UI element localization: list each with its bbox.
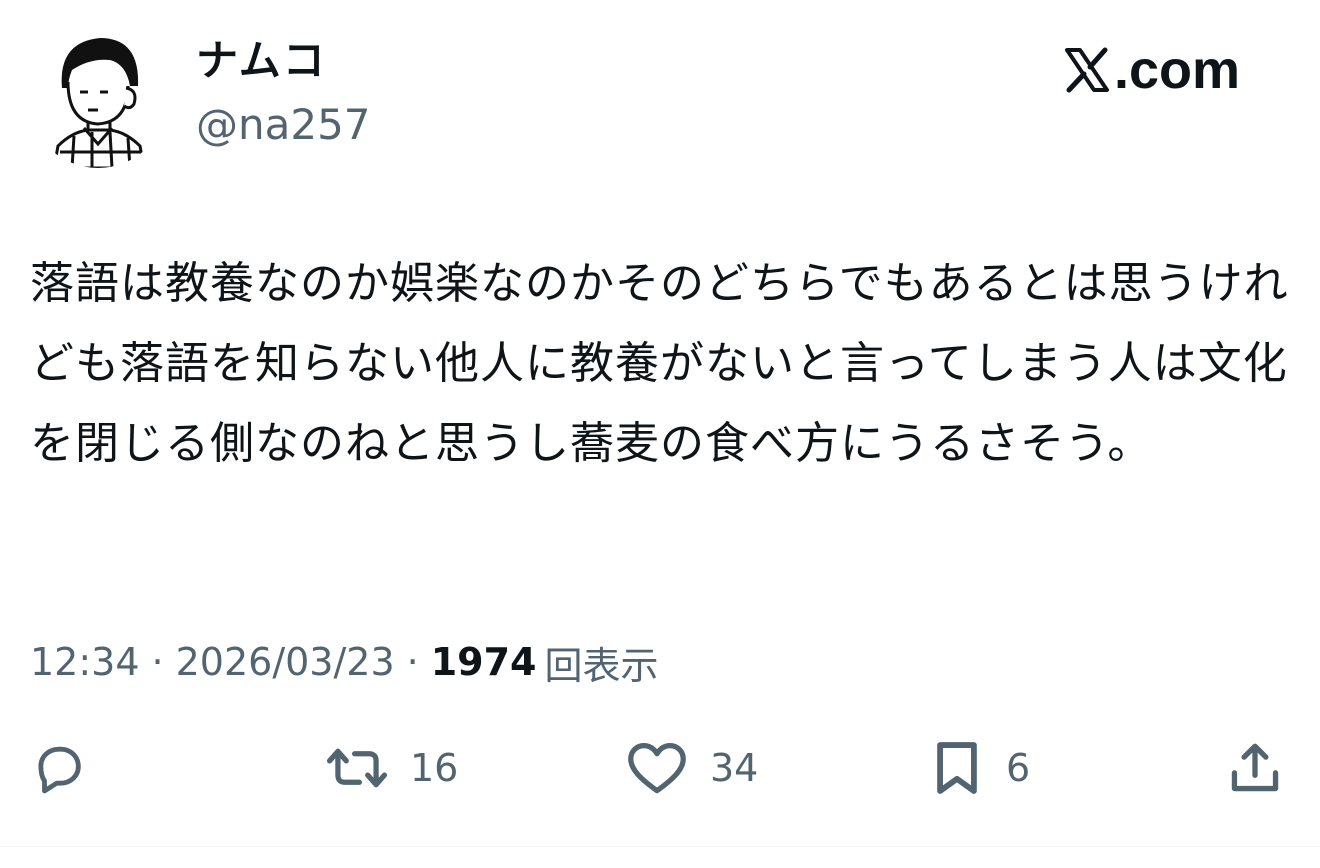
- bookmark-count: 6: [1006, 746, 1031, 790]
- share-button[interactable]: [1226, 736, 1284, 800]
- like-count: 34: [710, 746, 759, 790]
- avatar[interactable]: [28, 28, 168, 168]
- author-display-name[interactable]: ナムコ: [196, 40, 327, 82]
- watermark: .com: [1064, 40, 1240, 100]
- repost-button[interactable]: 16: [326, 736, 458, 800]
- views-label: 回表示: [544, 643, 659, 688]
- tweet-date[interactable]: 2026/03/23: [176, 640, 395, 684]
- reply-icon: [38, 746, 81, 794]
- share-icon: [1231, 743, 1279, 792]
- bookmark-icon: [937, 742, 977, 794]
- like-button[interactable]: 34: [626, 736, 758, 800]
- heart-icon: [628, 742, 686, 794]
- divider: [0, 846, 1320, 847]
- reply-button[interactable]: [30, 736, 88, 800]
- watermark-text: .com: [1114, 40, 1241, 100]
- repost-icon: [326, 748, 388, 788]
- bookmark-button[interactable]: 6: [930, 736, 1030, 800]
- x-logo-icon: [1065, 47, 1109, 93]
- author-handle[interactable]: @na257: [196, 104, 371, 146]
- meta-separator: ·: [151, 640, 164, 684]
- tweet-text: 落語は教養なのか娯楽なのかそのどちらでもあるとは思うけれども落語を知らない他人に…: [30, 258, 1289, 469]
- repost-count: 16: [410, 746, 459, 790]
- tweet-meta: 12:34 · 2026/03/23 · 1974 回表示: [30, 637, 659, 688]
- avatar-illustration-icon: [52, 38, 146, 168]
- action-bar: 16 34 6: [0, 736, 1320, 800]
- views-count: 1974: [430, 640, 537, 684]
- meta-separator: ·: [406, 640, 419, 684]
- tweet-time[interactable]: 12:34: [30, 640, 140, 684]
